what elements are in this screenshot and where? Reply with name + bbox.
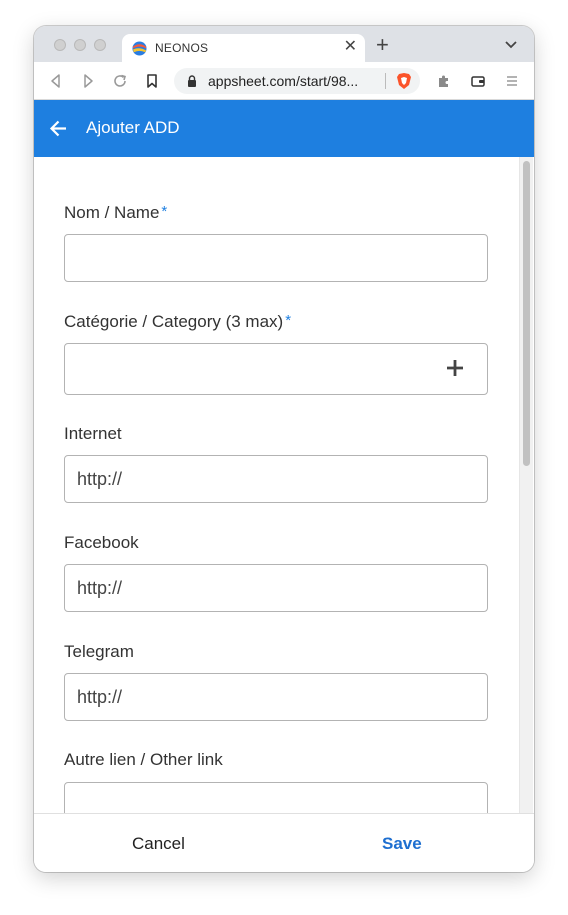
menu-icon[interactable] <box>504 73 520 89</box>
wallet-icon[interactable] <box>470 73 486 89</box>
field-label-category: Catégorie / Category (3 max) * <box>64 312 292 331</box>
close-window-button[interactable] <box>54 39 66 51</box>
neonos-favicon-icon <box>132 41 147 56</box>
form-content: Nom / Name * Catégorie / Category (3 max)… <box>34 157 534 813</box>
forward-nav-icon[interactable] <box>80 73 96 89</box>
zoom-window-button[interactable] <box>94 39 106 51</box>
form-footer: Cancel Save <box>34 813 534 872</box>
browser-toolbar: appsheet.com/start/98... <box>34 62 534 100</box>
required-marker: * <box>285 312 292 329</box>
back-nav-icon[interactable] <box>48 73 64 89</box>
back-arrow-icon[interactable] <box>49 119 68 138</box>
new-tab-button[interactable]: + <box>376 34 389 56</box>
tab-strip: NEONOS ✕ + <box>34 26 534 62</box>
browser-window: NEONOS ✕ + appsheet.com/start/98... Ajou… <box>34 26 534 872</box>
other-link-input[interactable] <box>64 782 488 813</box>
add-category-plus-icon[interactable] <box>446 359 464 377</box>
required-marker: * <box>161 203 168 220</box>
field-label-internet: Internet <box>64 424 122 443</box>
page-title: Ajouter ADD <box>86 118 180 137</box>
cancel-button[interactable]: Cancel <box>132 834 185 854</box>
category-input[interactable] <box>64 343 488 395</box>
telegram-input[interactable]: http:// <box>64 673 488 721</box>
brave-shield-icon[interactable] <box>396 72 412 90</box>
scrollbar-thumb[interactable] <box>523 161 530 466</box>
internet-input-value: http:// <box>77 469 123 489</box>
omnibox-divider <box>385 73 386 89</box>
tab-close-icon[interactable]: ✕ <box>344 39 357 55</box>
url-text: appsheet.com/start/98... <box>208 73 359 89</box>
tab-title: NEONOS <box>155 41 209 55</box>
facebook-input-value: http:// <box>77 578 123 598</box>
browser-tab[interactable]: NEONOS ✕ <box>122 34 365 62</box>
app-header: Ajouter ADD <box>34 100 534 157</box>
save-button[interactable]: Save <box>382 834 422 854</box>
reload-icon[interactable] <box>112 73 128 89</box>
name-input[interactable] <box>64 234 488 282</box>
tab-search-chevron-icon[interactable] <box>504 40 518 50</box>
field-label-telegram: Telegram <box>64 642 134 661</box>
lock-icon <box>188 75 196 87</box>
address-bar[interactable]: appsheet.com/start/98... <box>174 68 420 94</box>
bookmark-icon[interactable] <box>144 73 160 89</box>
telegram-input-value: http:// <box>77 687 123 707</box>
field-label-name: Nom / Name * <box>64 203 168 222</box>
internet-input[interactable]: http:// <box>64 455 488 503</box>
extensions-puzzle-icon[interactable] <box>436 73 452 89</box>
field-label-facebook: Facebook <box>64 533 139 552</box>
minimize-window-button[interactable] <box>74 39 86 51</box>
facebook-input[interactable]: http:// <box>64 564 488 612</box>
field-label-other-link: Autre lien / Other link <box>64 750 223 769</box>
